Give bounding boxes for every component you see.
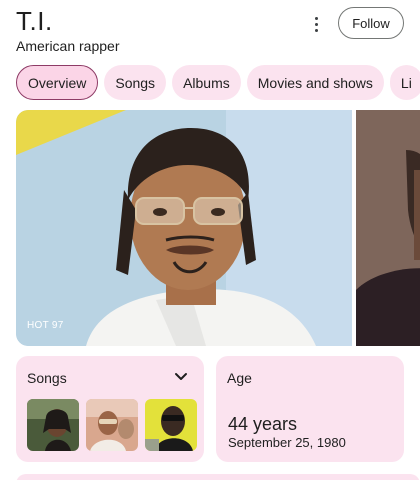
song-thumbnails	[27, 399, 197, 451]
age-card[interactable]: Age 44 years September 25, 1980	[216, 356, 404, 462]
portrait-image	[16, 110, 352, 346]
age-value: 44 years	[228, 414, 298, 434]
second-portrait-image	[356, 110, 420, 346]
song-thumb-2[interactable]	[86, 399, 138, 451]
tab-overview[interactable]: Overview	[16, 65, 99, 100]
next-card-edge	[16, 474, 420, 480]
age-card-label: Age	[227, 370, 252, 386]
songs-card-label: Songs	[27, 370, 67, 386]
song-thumb-1[interactable]	[27, 399, 79, 451]
tab-partial-next[interactable]: Li	[389, 65, 420, 100]
follow-button[interactable]: Follow	[338, 7, 404, 39]
main-photo[interactable]: HOT 97	[16, 110, 352, 346]
songs-card[interactable]: Songs	[16, 356, 204, 462]
entity-subtitle: American rapper	[16, 38, 120, 54]
birth-date: September 25, 1980	[228, 435, 346, 450]
song-thumb-3[interactable]	[145, 399, 197, 451]
tab-songs[interactable]: Songs	[104, 65, 167, 100]
chevron-down-icon[interactable]	[174, 372, 188, 382]
more-vert-icon[interactable]	[307, 12, 325, 36]
photo-source-caption: HOT 97	[27, 320, 64, 331]
page-title: T.I.	[16, 6, 53, 36]
tab-movies-and-shows[interactable]: Movies and shows	[246, 65, 384, 100]
image-carousel: HOT 97	[16, 110, 420, 346]
second-photo[interactable]	[356, 110, 420, 346]
tab-albums[interactable]: Albums	[172, 65, 241, 100]
tab-bar: Overview Songs Albums Movies and shows Li	[16, 65, 420, 101]
